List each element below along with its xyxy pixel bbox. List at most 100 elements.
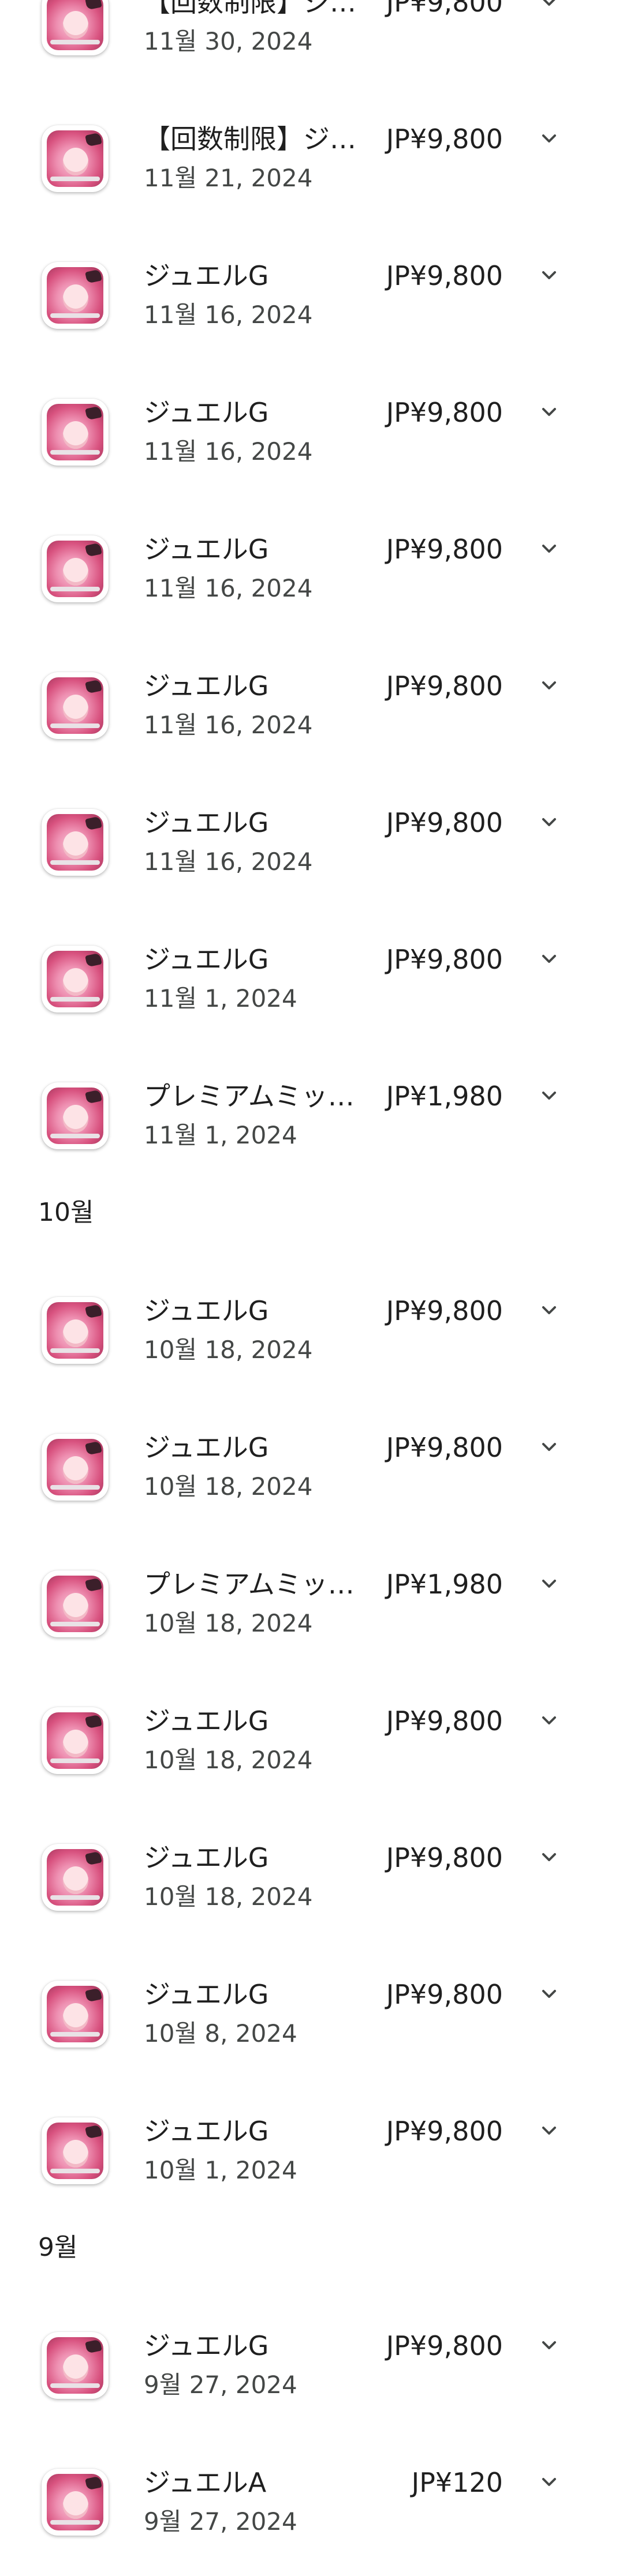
- chevron-down-icon[interactable]: [538, 537, 561, 560]
- purchase-list-item[interactable]: ジュエルG 11월 16, 2024 JP¥9,800: [0, 495, 623, 610]
- app-icon-artwork: [47, 1849, 103, 1906]
- purchase-list-item[interactable]: ジュエルG 11월 16, 2024 JP¥9,800: [0, 222, 623, 337]
- purchase-list-item[interactable]: プレミアムミッ… 11월 1, 2024 JP¥1,980: [0, 1042, 623, 1157]
- app-icon-banner: [50, 313, 100, 318]
- app-icon-artwork: [47, 1712, 103, 1769]
- app-icon-artwork: [47, 1576, 103, 1632]
- app-icon-artwork: [47, 130, 103, 187]
- chevron-down-icon[interactable]: [538, 1299, 561, 1322]
- item-title: 【回数制限】ジ…: [144, 123, 356, 155]
- item-title: ジュエルG: [144, 260, 269, 291]
- purchase-list-item[interactable]: ジュエルG 10월 8, 2024 JP¥9,800: [0, 1940, 623, 2056]
- purchase-date: 10월 18, 2024: [144, 1336, 313, 1364]
- purchase-list-item[interactable]: ジュエルG 11월 16, 2024 JP¥9,800: [0, 358, 623, 474]
- app-icon-banner: [50, 1485, 100, 1490]
- app-icon-banner: [50, 1622, 100, 1626]
- chevron-down-icon[interactable]: [538, 2334, 561, 2357]
- chevron-down-icon[interactable]: [538, 264, 561, 287]
- app-icon-banner: [50, 177, 100, 181]
- item-price: JP¥9,800: [386, 1705, 503, 1737]
- item-title: ジュエルG: [144, 670, 269, 702]
- chevron-down-icon[interactable]: [538, 1846, 561, 1869]
- purchase-list-item[interactable]: ジュエルG 10월 1, 2024 JP¥9,800: [0, 2077, 623, 2192]
- app-icon-banner: [50, 997, 100, 1002]
- app-icon-banner: [50, 587, 100, 591]
- chevron-down-icon[interactable]: [538, 811, 561, 834]
- app-icon: [42, 1434, 109, 1501]
- app-icon-banner: [50, 40, 100, 44]
- chevron-down-icon[interactable]: [538, 400, 561, 423]
- purchase-date: 9월 27, 2024: [144, 2507, 297, 2536]
- item-title: ジュエルG: [144, 944, 269, 975]
- chevron-down-icon[interactable]: [538, 1435, 561, 1458]
- purchase-list-item[interactable]: ジュエルG 11월 16, 2024 JP¥9,800: [0, 632, 623, 747]
- purchase-date: 10월 8, 2024: [144, 2019, 297, 2048]
- item-title: 【回数制限】ジ…: [144, 0, 356, 18]
- purchase-list-item[interactable]: ジュエルG 11월 1, 2024 JP¥9,800: [0, 905, 623, 1021]
- purchase-list-item[interactable]: ジュエルG 10월 18, 2024 JP¥9,800: [0, 1667, 623, 1782]
- purchase-list-item[interactable]: 【回数制限】ジ… 11월 30, 2024 JP¥9,800: [0, 0, 623, 63]
- chevron-down-icon[interactable]: [538, 127, 561, 150]
- app-icon: [42, 535, 109, 602]
- chevron-down-icon[interactable]: [538, 2119, 561, 2142]
- chevron-down-icon[interactable]: [538, 674, 561, 697]
- app-icon-banner: [50, 2520, 100, 2525]
- app-icon: [42, 672, 109, 739]
- month-header: 10월: [38, 1198, 94, 1227]
- item-title: プレミアムミッ…: [144, 1081, 355, 1112]
- item-price: JP¥9,800: [386, 944, 503, 975]
- item-price: JP¥9,800: [386, 2116, 503, 2147]
- chevron-down-icon[interactable]: [538, 1084, 561, 1107]
- purchase-list-item[interactable]: ジュエルG 10월 18, 2024 JP¥9,800: [0, 1803, 623, 1919]
- chevron-down-icon[interactable]: [538, 0, 561, 13]
- app-icon: [42, 125, 109, 192]
- item-title: ジュエルG: [144, 534, 269, 565]
- purchase-list-item[interactable]: ジュエルG 10월 18, 2024 JP¥9,800: [0, 1257, 623, 1372]
- app-icon-artwork: [47, 814, 103, 871]
- item-price: JP¥9,800: [386, 0, 503, 18]
- chevron-down-icon[interactable]: [538, 1572, 561, 1595]
- item-title: ジュエルA: [144, 2467, 267, 2498]
- app-icon: [42, 1981, 109, 2048]
- app-icon-artwork: [47, 677, 103, 734]
- app-icon-banner: [50, 723, 100, 728]
- chevron-down-icon[interactable]: [538, 2470, 561, 2493]
- chevron-down-icon[interactable]: [538, 947, 561, 970]
- app-icon: [42, 1082, 109, 1149]
- purchase-date: 10월 18, 2024: [144, 1746, 313, 1774]
- app-icon: [42, 0, 109, 55]
- item-price: JP¥9,800: [386, 1295, 503, 1326]
- app-icon-banner: [50, 2169, 100, 2173]
- app-icon: [42, 399, 109, 466]
- app-icon-artwork: [47, 404, 103, 460]
- purchase-list-item[interactable]: ジュエルG 9월 27, 2024 JP¥9,800: [0, 2292, 623, 2407]
- app-icon-banner: [50, 1134, 100, 1138]
- app-icon-banner: [50, 1348, 100, 1353]
- app-icon: [42, 946, 109, 1013]
- item-title: ジュエルG: [144, 1432, 269, 1463]
- app-icon-banner: [50, 1895, 100, 1900]
- item-title: プレミアムミッ…: [144, 1569, 355, 1600]
- chevron-down-icon[interactable]: [538, 1982, 561, 2005]
- item-price: JP¥9,800: [386, 1842, 503, 1873]
- app-icon: [42, 262, 109, 329]
- purchase-date: 11월 16, 2024: [144, 301, 313, 329]
- purchase-list-item[interactable]: ジュエルA 9월 27, 2024 JP¥120: [0, 2428, 623, 2544]
- purchase-list-item[interactable]: 【回数制限】ジ… 11월 21, 2024 JP¥9,800: [0, 85, 623, 200]
- item-price: JP¥9,800: [386, 534, 503, 565]
- app-icon-artwork: [47, 951, 103, 1007]
- purchase-date: 11월 16, 2024: [144, 574, 313, 602]
- item-title: ジュエルG: [144, 2330, 269, 2361]
- month-header: 9월: [38, 2233, 78, 2262]
- app-icon: [42, 1297, 109, 1364]
- purchase-date: 11월 16, 2024: [144, 848, 313, 876]
- app-icon: [42, 2332, 109, 2399]
- item-price: JP¥9,800: [386, 807, 503, 838]
- app-icon-banner: [50, 860, 100, 865]
- purchase-list-item[interactable]: ジュエルG 10월 18, 2024 JP¥9,800: [0, 1393, 623, 1509]
- purchase-list-item[interactable]: プレミアムミッ… 10월 18, 2024 JP¥1,980: [0, 1530, 623, 1645]
- app-icon-artwork: [47, 0, 103, 50]
- purchase-list-item[interactable]: ジュエルG 11월 16, 2024 JP¥9,800: [0, 768, 623, 884]
- item-price: JP¥9,800: [386, 1979, 503, 2010]
- chevron-down-icon[interactable]: [538, 1709, 561, 1732]
